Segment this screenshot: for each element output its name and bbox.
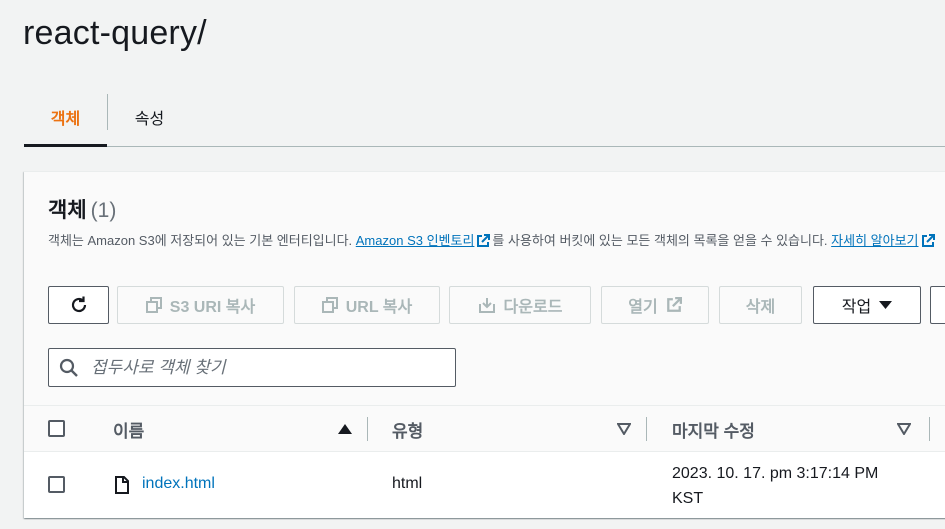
actions-dropdown[interactable]: 작업	[813, 286, 921, 324]
external-link-icon	[666, 297, 682, 312]
copy-icon	[145, 297, 162, 313]
download-button[interactable]: 다운로드	[449, 286, 591, 324]
download-icon	[478, 298, 495, 313]
inventory-link[interactable]: Amazon S3 인벤토리	[356, 233, 493, 248]
download-label: 다운로드	[503, 299, 563, 316]
column-header-last-modified[interactable]: 마지막 수정	[672, 406, 755, 452]
tab-properties[interactable]: 속성	[108, 88, 191, 146]
copy-url-label: URL 복사	[345, 299, 413, 316]
column-divider[interactable]	[367, 417, 368, 441]
actions-label: 작업	[841, 299, 872, 316]
search-input[interactable]	[91, 349, 451, 386]
object-type: html	[392, 475, 423, 492]
panel-title: 객체 (1)	[48, 194, 116, 224]
object-last-modified: 2023. 10. 17. pm 3:17:14 PM KST	[672, 465, 879, 507]
create-folder-button-partial[interactable]	[930, 286, 945, 324]
row-checkbox[interactable]	[48, 476, 65, 493]
open-button[interactable]: 열기	[601, 286, 709, 324]
open-label: 열기	[628, 299, 658, 316]
sort-icon[interactable]	[617, 423, 631, 435]
learn-more-link[interactable]: 자세히 알아보기	[831, 233, 936, 248]
objects-panel: 객체 (1) 객체는 Amazon S3에 저장되어 있는 기본 엔터티입니다. …	[24, 171, 945, 518]
caret-down-icon	[879, 301, 893, 309]
copy-icon	[321, 297, 338, 313]
sort-ascending-icon[interactable]	[338, 423, 352, 435]
external-link-icon	[477, 234, 491, 247]
copy-url-button[interactable]: URL 복사	[294, 286, 440, 324]
tab-bar: 객체 속성	[24, 88, 945, 147]
file-icon	[115, 476, 129, 494]
tab-objects[interactable]: 객체	[24, 88, 107, 147]
search-box	[48, 348, 456, 387]
column-header-name[interactable]: 이름	[113, 406, 144, 452]
column-divider[interactable]	[929, 417, 930, 441]
select-all-checkbox[interactable]	[48, 420, 65, 437]
object-count: (1)	[90, 199, 117, 222]
table-header: 이름 유형 마지막 수정	[24, 406, 945, 452]
page-title: react-query/	[23, 14, 207, 52]
external-link-icon	[921, 234, 935, 247]
delete-label: 삭제	[745, 299, 776, 316]
panel-description: 객체는 Amazon S3에 저장되어 있는 기본 엔터티입니다. Amazon…	[48, 229, 945, 253]
refresh-button[interactable]	[48, 286, 109, 324]
description-text-1: 객체는 Amazon S3에 저장되어 있는 기본 엔터티입니다.	[48, 233, 356, 248]
refresh-icon	[71, 296, 86, 313]
search-icon	[59, 358, 78, 377]
sort-icon[interactable]	[897, 423, 911, 435]
column-header-type[interactable]: 유형	[392, 406, 423, 452]
panel-title-text: 객체	[48, 199, 87, 222]
object-name-link[interactable]: index.html	[142, 475, 215, 493]
delete-button[interactable]: 삭제	[719, 286, 802, 324]
panel-header: 객체 (1) 객체는 Amazon S3에 저장되어 있는 기본 엔터티입니다. …	[24, 172, 945, 406]
column-divider[interactable]	[646, 417, 647, 441]
copy-s3-uri-label: S3 URI 복사	[169, 299, 256, 316]
table-row[interactable]: index.html html 2023. 10. 17. pm 3:17:14…	[24, 452, 945, 519]
copy-s3-uri-button[interactable]: S3 URI 복사	[117, 286, 284, 324]
description-text-2: 를 사용하여 버킷에 있는 모든 객체의 목록을 얻을 수 있습니다.	[492, 233, 832, 248]
